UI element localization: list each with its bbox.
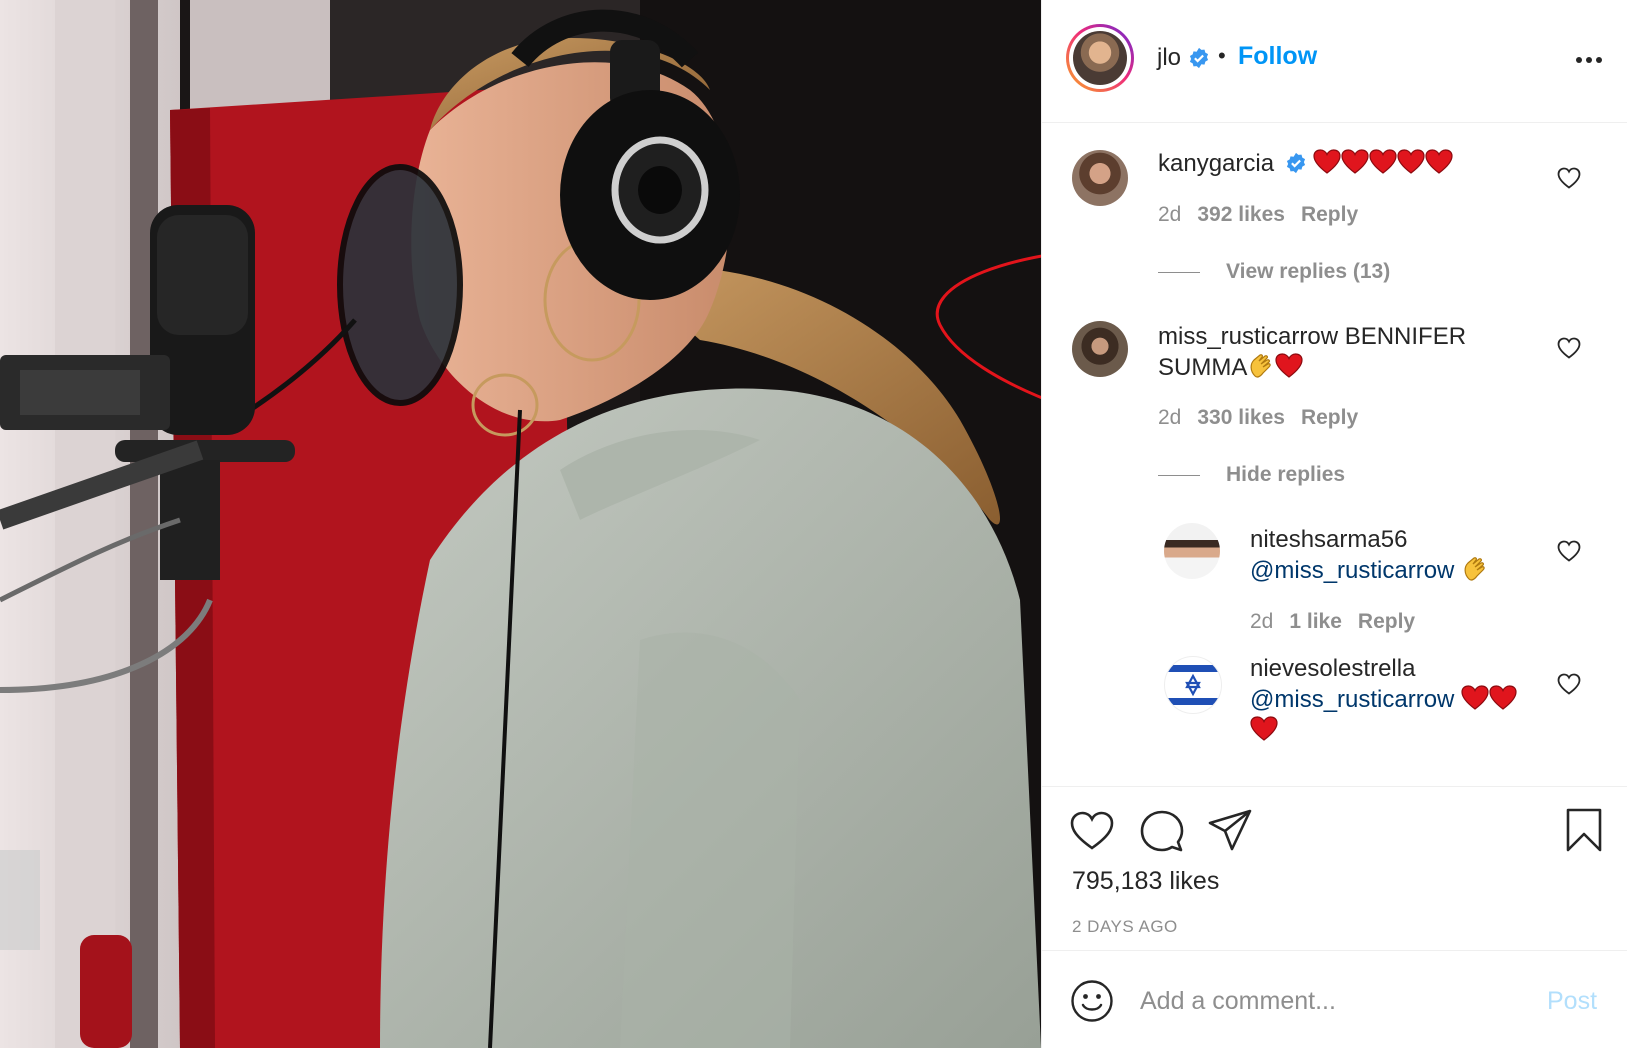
reply-button[interactable]: Reply	[1301, 203, 1358, 226]
red-heart-emoji-icon	[1489, 685, 1517, 710]
like-comment-heart-icon[interactable]	[1557, 673, 1581, 695]
red-heart-emoji-icon	[1275, 353, 1303, 378]
comment-text: BENNIFER	[1344, 323, 1467, 350]
heart-icon[interactable]	[1070, 811, 1114, 851]
red-heart-emoji-icon	[1397, 149, 1426, 174]
israel-flag-avatar[interactable]	[1164, 656, 1222, 714]
red-heart-emoji-icon	[1461, 685, 1489, 710]
post-comment-button[interactable]: Post	[1547, 987, 1597, 1016]
red-heart-emoji-icon	[1313, 149, 1342, 174]
view-replies-button[interactable]: View replies (13)	[1158, 260, 1390, 284]
comment-username[interactable]: kanygarcia	[1158, 150, 1274, 177]
clapping-hands-emoji-icon	[1464, 557, 1485, 581]
comment-username[interactable]: nievesolestrella	[1250, 655, 1415, 682]
comment-likes[interactable]: 330 likes	[1197, 406, 1285, 429]
post-photo	[0, 0, 1041, 1048]
mention-link[interactable]: @miss_rusticarrow	[1250, 557, 1454, 584]
red-heart-emoji-icon	[1250, 716, 1278, 741]
post-sidebar: jlo • Follow kanygarcia 2d 392 likes Rep…	[1041, 0, 1627, 1048]
like-comment-heart-icon[interactable]	[1557, 337, 1581, 359]
verified-badge-icon	[1286, 152, 1305, 174]
post-date: 2 DAYS AGO	[1072, 917, 1178, 936]
clapping-hands-emoji-icon	[1250, 354, 1272, 378]
commenter-avatar[interactable]	[1072, 150, 1128, 206]
hide-replies-button[interactable]: Hide replies	[1158, 463, 1345, 487]
comment-meta: 2d 1 like Reply	[1250, 610, 1431, 634]
comment-likes[interactable]: 1 like	[1289, 610, 1342, 633]
more-options-icon[interactable]	[1574, 48, 1604, 72]
comment-likes[interactable]: 392 likes	[1197, 203, 1285, 226]
verified-badge-icon	[1189, 47, 1209, 69]
add-comment-bar: Post	[1042, 950, 1627, 1049]
comment-input[interactable]	[1138, 975, 1522, 1027]
comment-meta: 2d 330 likes Reply	[1158, 406, 1374, 430]
emoji-picker-icon[interactable]	[1070, 979, 1114, 1023]
comment-icon[interactable]	[1140, 809, 1184, 853]
comment-age: 2d	[1250, 610, 1274, 633]
commenter-avatar[interactable]	[1164, 523, 1220, 579]
post-header: jlo • Follow	[1042, 0, 1627, 123]
author-avatar[interactable]	[1066, 24, 1134, 92]
share-icon[interactable]	[1208, 809, 1252, 851]
comment-age: 2d	[1158, 203, 1182, 226]
bookmark-icon[interactable]	[1565, 807, 1603, 853]
mention-link[interactable]: @miss_rusticarrow	[1250, 686, 1454, 713]
commenter-avatar[interactable]	[1072, 321, 1128, 377]
post-actions: 795,183 likes 2 DAYS AGO	[1042, 786, 1627, 951]
comment-age: 2d	[1158, 406, 1182, 429]
like-comment-heart-icon[interactable]	[1557, 540, 1581, 562]
author-username[interactable]: jlo	[1157, 44, 1181, 72]
red-heart-emoji-icon	[1369, 149, 1398, 174]
header-separator: •	[1218, 43, 1226, 68]
reply-button[interactable]: Reply	[1358, 610, 1415, 633]
comment-username[interactable]: niteshsarma56	[1250, 526, 1407, 553]
comment-emoji-hearts	[1313, 149, 1454, 177]
red-heart-emoji-icon	[1341, 149, 1370, 174]
red-heart-emoji-icon	[1425, 149, 1454, 174]
comment-meta: 2d 392 likes Reply	[1158, 203, 1374, 227]
like-comment-heart-icon[interactable]	[1557, 167, 1581, 189]
comment-text: SUMMA	[1158, 354, 1248, 381]
comment-username[interactable]: miss_rusticarrow	[1158, 323, 1338, 350]
reply-button[interactable]: Reply	[1301, 406, 1358, 429]
follow-button[interactable]: Follow	[1238, 42, 1317, 71]
comments-list[interactable]: kanygarcia 2d 392 likes Reply View replies…	[1042, 123, 1627, 786]
total-likes[interactable]: 795,183 likes	[1072, 867, 1219, 896]
